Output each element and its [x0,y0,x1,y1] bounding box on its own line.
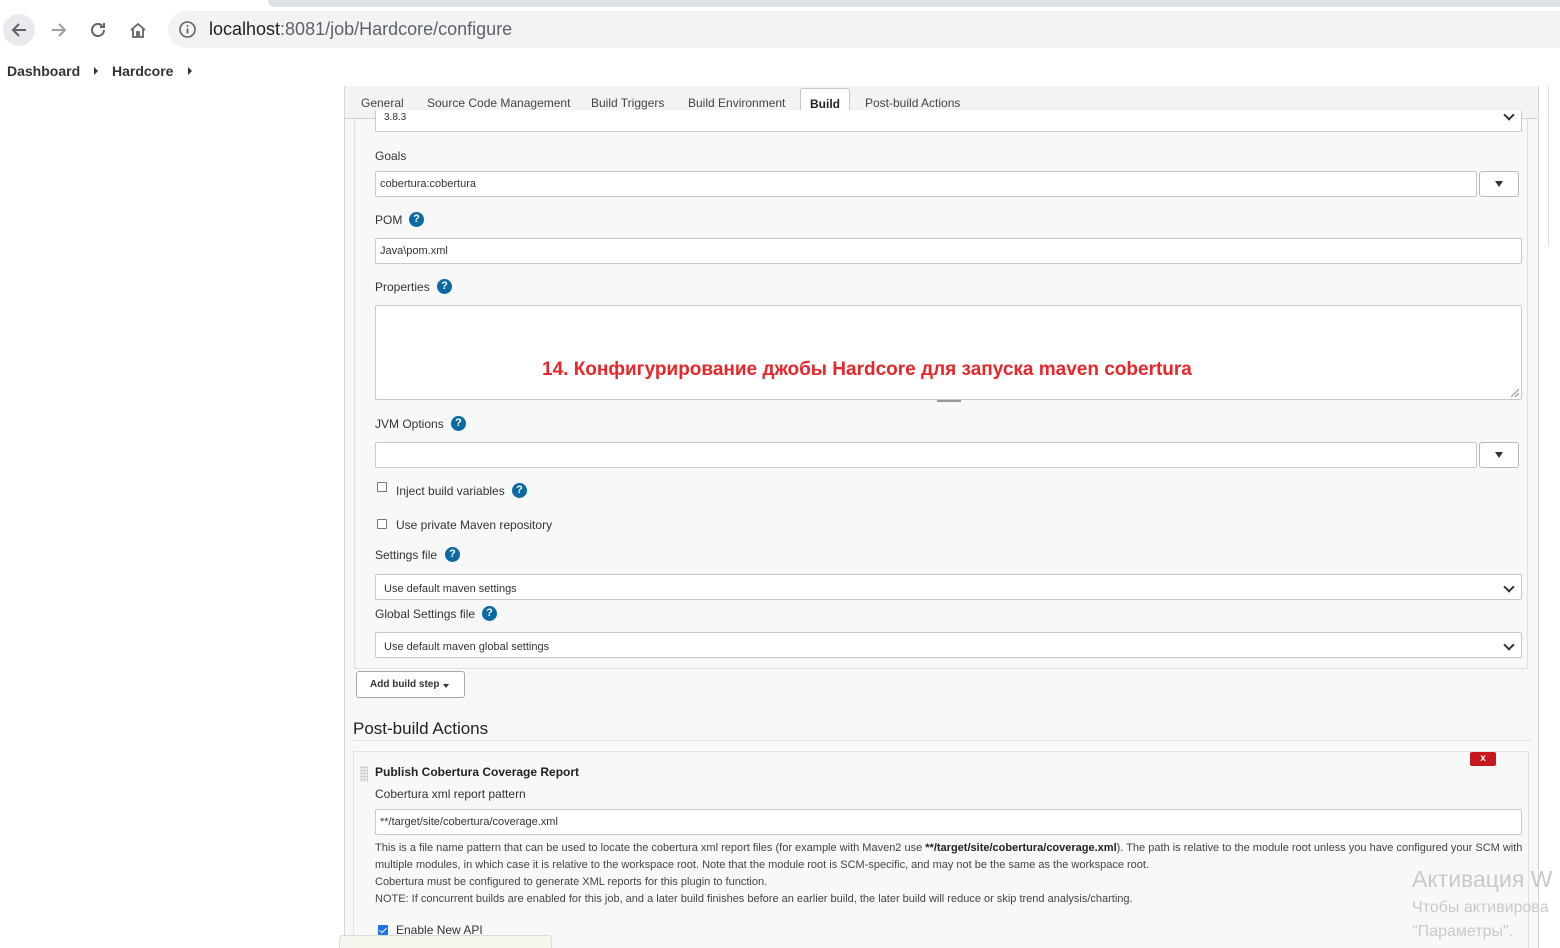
help-text-example: **/target/site/cobertura/coverage.xml [925,842,1117,854]
properties-label: Properties [375,280,430,294]
arrow-left-icon [11,23,26,37]
url-text: localhost:8081/job/Hardcore/configure [209,19,512,40]
home-button[interactable] [122,14,154,46]
report-pattern-label: Cobertura xml report pattern [375,787,526,801]
caret-down-icon [443,684,449,688]
caret-down-icon [1495,452,1503,458]
goals-label: Goals [375,149,407,163]
global-settings-file-label: Global Settings file [375,607,476,621]
reload-button[interactable] [82,14,114,46]
help-icon[interactable]: ? [512,483,527,498]
tab-strip [268,0,1560,7]
tab-post-build-actions[interactable]: Post-build Actions [865,96,960,110]
address-bar[interactable]: localhost:8081/job/Hardcore/configure [168,11,1560,48]
help-text-part: This is a file name pattern that can be … [375,842,926,854]
forward-button[interactable] [43,14,75,46]
textarea-drag-handle[interactable] [937,400,961,402]
chevron-down-icon [1503,639,1515,651]
chevron-down-icon [1503,581,1515,593]
help-icon[interactable]: ? [445,547,460,562]
properties-textarea[interactable] [375,305,1522,402]
scrollbar[interactable] [1548,86,1560,246]
jvm-options-input[interactable] [375,442,1477,468]
watermark-line: Чтобы активирова [1412,899,1549,916]
settings-file-select[interactable]: Use default maven settings [375,574,1522,600]
cobertura-publisher: x Publish Cobertura Coverage Report Cobe… [353,751,1529,948]
settings-file-label: Settings file [375,548,438,562]
resize-grip-icon[interactable] [1511,389,1519,397]
maven-version-select[interactable]: 3.8.3 [375,110,1522,132]
publisher-title: Publish Cobertura Coverage Report [375,765,580,779]
help-icon[interactable]: ? [409,212,424,227]
breadcrumb-separator[interactable] [94,67,98,75]
jvm-options-label: JVM Options [375,417,444,431]
pom-input[interactable]: Java\pom.xml [375,238,1522,264]
section-divider [353,740,1531,741]
browser-toolbar: localhost:8081/job/Hardcore/configure [0,0,1560,58]
help-icon[interactable]: ? [451,416,466,431]
save-apply-bar [339,935,552,948]
job-config-panel: General Source Code Management Build Tri… [339,86,1539,948]
windows-activation-watermark: Активация W Чтобы активирова "Параметры"… [1412,866,1552,941]
breadcrumb-separator[interactable] [188,67,192,75]
report-pattern-help-text: This is a file name pattern that can be … [375,840,1525,908]
url-host: localhost [209,19,281,39]
add-build-step-button[interactable]: Add build step [356,671,465,698]
breadcrumb-dashboard[interactable]: Dashboard [7,63,80,79]
annotation-caption: 14. Конфигурирование джобы Hardcore для … [542,359,1192,380]
home-icon [130,22,146,38]
settings-file-value: Use default maven settings [384,583,517,595]
delete-publisher-button[interactable]: x [1470,752,1496,766]
breadcrumb: Dashboard Hardcore [0,58,1560,86]
goals-input[interactable]: cobertura:cobertura [375,171,1477,197]
chevron-down-icon [1503,110,1515,121]
watermark-title: Активация W [1412,866,1553,892]
report-pattern-input[interactable]: **/target/site/cobertura/coverage.xml [375,809,1522,835]
jvm-options-expand-button[interactable] [1479,442,1519,468]
post-build-section-title: Post-build Actions [353,719,489,738]
global-settings-file-select[interactable]: Use default maven global settings [375,632,1522,658]
drag-handle-icon[interactable] [360,766,368,782]
help-icon[interactable]: ? [437,279,452,294]
back-button[interactable] [3,14,35,46]
inject-build-variables-label: Inject build variables [396,484,505,498]
goals-expand-button[interactable] [1479,171,1519,197]
breadcrumb-job[interactable]: Hardcore [112,63,173,79]
caret-down-icon [1495,181,1503,187]
tab-build-environment[interactable]: Build Environment [688,96,785,110]
enable-new-api-checkbox[interactable] [378,925,388,935]
tab-source-code-management[interactable]: Source Code Management [427,96,570,110]
help-paragraph: This is a file name pattern that can be … [375,840,1525,874]
add-build-step-label: Add build step [370,679,440,690]
help-icon[interactable]: ? [482,606,497,621]
private-maven-repo-checkbox[interactable] [377,519,387,529]
url-path: :8081/job/Hardcore/configure [280,19,513,39]
watermark-line: "Параметры". [1412,923,1514,940]
help-line: NOTE: If concurrent builds are enabled f… [375,893,1133,905]
pom-label: POM [375,213,403,227]
maven-build-step: 3.8.3 Goals cobertura:cobertura POM ? Ja… [354,110,1528,669]
tab-build-triggers[interactable]: Build Triggers [591,96,664,110]
tab-general[interactable]: General [361,96,404,110]
arrow-right-icon [52,23,67,37]
reload-icon [91,23,105,37]
private-maven-repo-label: Use private Maven repository [396,518,553,532]
info-icon[interactable] [178,20,197,39]
global-settings-file-value: Use default maven global settings [384,641,550,653]
help-line: Cobertura must be configured to generate… [375,876,768,888]
maven-version-value: 3.8.3 [384,112,407,123]
inject-build-variables-checkbox[interactable] [377,482,387,492]
